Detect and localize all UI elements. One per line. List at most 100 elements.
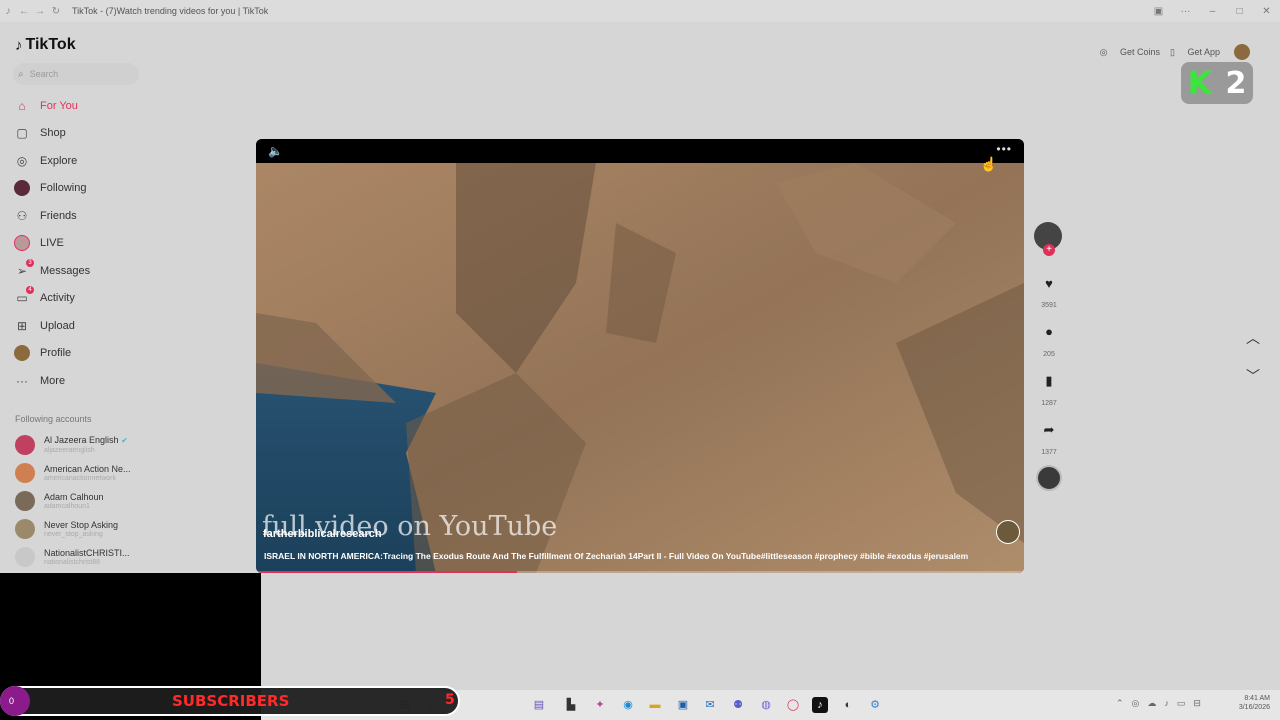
account-handle: americanactionnetwork (44, 474, 116, 482)
app-ring-icon[interactable]: ◯ (785, 697, 801, 713)
close-icon[interactable]: ✕ (1253, 6, 1280, 17)
clock-time: 8:41 AM (1244, 695, 1270, 702)
system-clock[interactable]: 8:41 AM 3/16/2026 (1239, 694, 1270, 712)
account-name: American Action Ne... (44, 463, 131, 474)
minimize-icon[interactable]: – (1199, 6, 1226, 17)
sidebar: ♪ TikTok ⌕ Search ⌂ For You ▢ Shop ◎ Exp… (0, 22, 150, 573)
tiktok-note-icon: ♪ (15, 36, 23, 54)
following-accounts-header: Following accounts (15, 414, 92, 424)
friends-icon: ⚇ (16, 209, 28, 223)
video-more-icon[interactable]: ••• (996, 142, 1012, 156)
following-account[interactable]: NationalistCHRISTI... nationalistchrist8… (15, 545, 130, 569)
messages-icon: ➢ 3 (13, 259, 34, 280)
teams-icon[interactable]: ⚉ (730, 697, 746, 713)
activity-badge: 4 (26, 286, 34, 294)
get-app-button[interactable]: ▯ Get App (1170, 47, 1220, 58)
volume-icon[interactable]: 🔈 (268, 144, 283, 158)
widgets-icon[interactable]: ▙ (563, 697, 579, 713)
copilot-icon[interactable]: ✦ (592, 697, 608, 713)
sidebar-item-live[interactable]: LIVE (13, 233, 64, 253)
file-explorer-icon[interactable]: ▬ (647, 697, 663, 713)
sidebar-item-upload[interactable]: ⊞ Upload (13, 316, 75, 336)
sidebar-item-label: LIVE (40, 237, 64, 249)
sidebar-item-more[interactable]: ··· More (13, 371, 65, 391)
account-avatar (15, 463, 35, 483)
chevron-down-icon[interactable]: ﹀ (1246, 366, 1260, 386)
bookmark-icon[interactable]: ▮ (1041, 373, 1057, 389)
sidebar-item-label: Following (40, 182, 87, 194)
compass-icon: ◎ (16, 154, 28, 168)
upload-icon: ⊞ (16, 319, 28, 333)
forward-icon[interactable]: → (32, 6, 48, 17)
store-icon[interactable]: ▣ (675, 697, 691, 713)
account-avatar (15, 435, 35, 455)
subscriber-bubble: 0 (0, 686, 30, 716)
sidebar-item-for-you[interactable]: ⌂ For You (13, 96, 78, 116)
activity-icon: ▭ 4 (13, 286, 34, 307)
follow-plus-icon[interactable]: + (1043, 244, 1055, 256)
top-right-actions: ◎ Get Coins ▯ Get App (1090, 44, 1250, 60)
task-view-icon[interactable]: ▤ (531, 697, 547, 713)
tiktok-taskbar-icon[interactable]: ♪ (812, 697, 828, 713)
k-badge-number: 2 (1225, 65, 1247, 101)
like-heart-icon[interactable]: ♥ (1041, 276, 1057, 291)
k-badge-letter: K (1187, 64, 1213, 102)
more-dots-icon: ··· (16, 374, 28, 388)
following-account[interactable]: Al Jazeera English ✔ aljazeeraenglish (15, 433, 128, 457)
logo-text: TikTok (25, 36, 76, 53)
maximize-icon[interactable]: □ (1226, 6, 1253, 17)
music-disc-icon[interactable] (996, 520, 1020, 544)
edge-browser-icon[interactable]: ◉ (620, 697, 636, 713)
account-name: Al Jazeera English (44, 435, 119, 445)
sidebar-item-label: More (40, 375, 66, 387)
chevron-up-icon[interactable]: ︿ (1246, 328, 1260, 348)
following-account[interactable]: Adam Calhoun adamcalhoun1 (15, 489, 104, 513)
messenger-icon[interactable]: ◍ (758, 697, 774, 713)
video-username[interactable]: fartherbiblicalresearch (263, 528, 382, 540)
sidebar-item-label: For You (40, 100, 78, 112)
sidebar-item-profile[interactable]: Profile (13, 343, 71, 363)
account-avatar (15, 519, 35, 539)
get-coins-label: Get Coins (1119, 46, 1161, 57)
sidebar-item-activity[interactable]: ▭ 4 Activity (13, 286, 75, 308)
subscribers-overlay: 0 SUBSCRIBERS 5 (0, 686, 460, 716)
video-topbar (256, 139, 1024, 163)
menu-dots-icon[interactable]: ··· (1172, 6, 1199, 17)
comment-icon[interactable]: ● (1041, 324, 1057, 339)
settings-gear-icon[interactable]: ⚙ (867, 697, 883, 713)
share-count: 1377 (1041, 449, 1057, 456)
sidebar-item-label: Profile (40, 347, 72, 359)
get-coins-button[interactable]: ◎ Get Coins (1100, 47, 1160, 58)
split-view-icon[interactable]: ▣ (1145, 6, 1172, 17)
music-disc-icon[interactable] (1036, 465, 1062, 491)
k-count-badge: K 2 (1181, 62, 1253, 104)
tiktok-logo[interactable]: ♪ TikTok (15, 36, 76, 54)
system-tray-icons[interactable]: ⌃◎☁♪▭⊟ (1116, 698, 1209, 709)
sidebar-item-following[interactable]: Following (13, 178, 86, 198)
search-icon: ⌕ (18, 68, 24, 80)
video-progress-bar[interactable] (256, 571, 1024, 573)
search-input[interactable]: ⌕ Search (13, 63, 139, 85)
obs-icon[interactable]: ◐ (840, 697, 856, 713)
profile-avatar[interactable] (1234, 44, 1250, 60)
live-avatar-icon (13, 234, 31, 252)
sidebar-item-explore[interactable]: ◎ Explore (13, 151, 78, 171)
share-arrow-icon[interactable]: ➦ (1041, 422, 1057, 438)
subscribers-label: SUBSCRIBERS (172, 692, 290, 710)
bookmark-count: 1287 (1041, 400, 1057, 407)
reload-icon[interactable]: ↻ (48, 6, 64, 17)
following-account[interactable]: American Action Ne... americanactionnetw… (15, 461, 131, 485)
sidebar-item-shop[interactable]: ▢ Shop (13, 123, 65, 143)
outlook-icon[interactable]: ✉ (702, 697, 718, 713)
comment-count: 205 (1043, 351, 1055, 358)
sidebar-item-messages[interactable]: ➢ 3 Messages (13, 259, 90, 281)
back-icon[interactable]: ← (16, 6, 32, 17)
like-count: 3591 (1041, 302, 1057, 309)
sidebar-item-friends[interactable]: ⚇ Friends (13, 206, 77, 226)
account-avatar (15, 547, 35, 567)
video-player[interactable]: 🔈 ••• full video on YouTube fartherbibli… (256, 139, 1024, 573)
account-avatar (15, 491, 35, 511)
following-account[interactable]: Never Stop Asking never_stop_asking (15, 517, 118, 541)
account-handle: never_stop_asking (44, 530, 103, 538)
mouse-cursor-icon: ☝ (980, 156, 998, 172)
